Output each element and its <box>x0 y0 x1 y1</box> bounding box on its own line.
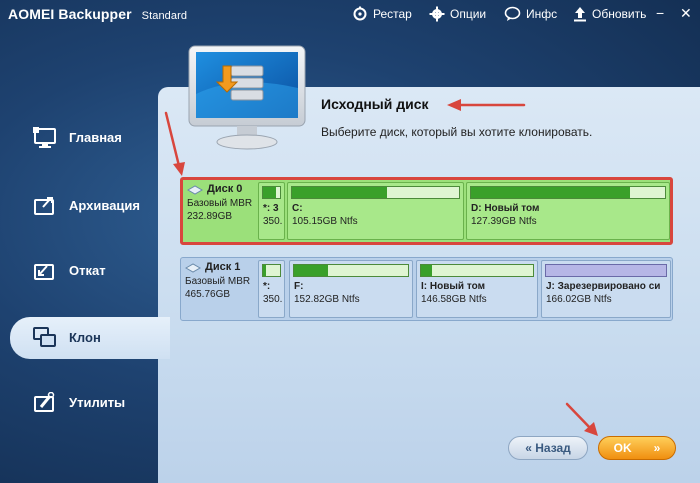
sidebar-item-label: Откат <box>69 263 106 278</box>
sidebar-item-label: Утилиты <box>69 395 126 410</box>
partition-name: I: Новый том <box>421 281 485 292</box>
partition-item[interactable]: I: Новый том 146.58GB Ntfs <box>416 260 538 318</box>
restart-label: Рестар <box>373 7 412 21</box>
partition-usage-bar <box>545 264 667 277</box>
clone-icon <box>33 327 56 347</box>
update-label: Обновить <box>592 7 647 21</box>
app-title: AOMEI Backupper Standard <box>8 6 187 22</box>
partition-usage-bar <box>262 264 281 277</box>
partition-item[interactable]: C: 105.15GB Ntfs <box>287 182 464 240</box>
partition-size: 152.82GB Ntfs <box>294 294 360 305</box>
options-button[interactable]: Опции <box>429 6 486 22</box>
restart-icon <box>353 6 367 21</box>
app-window: AOMEI Backupper Standard Рестар Опции Ин… <box>0 0 700 483</box>
sidebar-item-restore[interactable]: Откат <box>0 250 158 292</box>
usage-fill <box>263 187 276 198</box>
partition-size: 105.15GB Ntfs <box>292 216 358 227</box>
disk-name-label: Диск 1 <box>205 261 241 273</box>
partition-item[interactable]: *: 350. <box>258 260 285 318</box>
usage-fill <box>263 265 267 276</box>
partition-usage-bar <box>470 186 666 199</box>
disk-type: Базовый MBR <box>187 198 253 209</box>
minimize-button[interactable]: − <box>656 5 664 21</box>
disk-type: Базовый MBR <box>185 276 251 287</box>
restart-button[interactable]: Рестар <box>352 6 412 22</box>
partition-name: D: Новый том <box>471 203 540 214</box>
app-edition: Standard <box>141 10 188 22</box>
partition-size: 166.02GB Ntfs <box>546 294 612 305</box>
ok-button[interactable]: OK » <box>598 436 676 460</box>
partition-name: J: Зарезервировано си <box>546 281 661 292</box>
usage-fill <box>471 187 631 198</box>
sidebar-item-label: Клон <box>69 330 101 345</box>
partition-usage-bar <box>262 186 281 199</box>
disk-name: Диск 1 <box>185 261 257 274</box>
disk-size: 465.76GB <box>185 289 231 300</box>
backup-icon <box>34 197 54 215</box>
usage-fill <box>294 265 329 276</box>
partition-item[interactable]: F: 152.82GB Ntfs <box>289 260 413 318</box>
sidebar-item-backup[interactable]: Архивация <box>0 185 158 227</box>
partition-name: *: 3 <box>263 203 279 214</box>
update-icon <box>574 7 586 22</box>
usage-fill <box>292 187 388 198</box>
sidebar-item-tools[interactable]: Утилиты <box>0 382 158 424</box>
app-name: AOMEI Backupper <box>8 6 132 22</box>
disk-name: Диск 0 <box>187 183 259 196</box>
back-button[interactable]: « Назад <box>508 436 588 460</box>
disk-icon <box>185 262 201 273</box>
partition-item[interactable]: J: Зарезервировано си 166.02GB Ntfs <box>541 260 671 318</box>
info-button[interactable]: Инфс <box>504 6 557 22</box>
tools-icon <box>34 392 55 412</box>
info-label: Инфс <box>526 7 558 21</box>
partition-name: C: <box>292 203 303 214</box>
partition-usage-bar <box>420 264 534 277</box>
partition-item[interactable]: D: Новый том 127.39GB Ntfs <box>466 182 670 240</box>
partition-item[interactable]: *: 3 350. <box>258 182 285 240</box>
disk-icon <box>187 184 203 195</box>
title-bar: AOMEI Backupper Standard Рестар Опции Ин… <box>0 0 700 30</box>
partition-name: F: <box>294 281 304 292</box>
computer-monitor-icon <box>188 45 306 150</box>
page-title: Исходный диск <box>321 96 429 112</box>
sidebar-item-home[interactable]: Главная <box>0 117 158 159</box>
disk-size: 232.89GB <box>187 211 233 222</box>
chat-icon <box>504 6 521 21</box>
page-subtitle: Выберите диск, который вы хотите клониро… <box>321 125 593 139</box>
restore-icon <box>34 264 54 280</box>
ok-label: OK <box>613 441 632 455</box>
partition-usage-bar <box>291 186 460 199</box>
partition-size: 127.39GB Ntfs <box>471 216 537 227</box>
disk-row-1[interactable]: Диск 1 Базовый MBR 465.76GB *: 350. F: 1… <box>180 257 673 321</box>
gear-icon <box>429 6 445 22</box>
partition-size: 350. <box>263 294 282 305</box>
double-chevron-right-icon: » <box>653 441 661 455</box>
update-button[interactable]: Обновить <box>573 6 646 22</box>
partition-usage-bar <box>293 264 409 277</box>
sidebar-item-label: Архивация <box>69 198 140 213</box>
sidebar-item-clone[interactable]: Клон <box>10 317 170 359</box>
partition-name: *: <box>263 281 271 292</box>
sidebar-item-label: Главная <box>69 130 122 145</box>
usage-fill <box>421 265 433 276</box>
disk-name-label: Диск 0 <box>207 183 243 195</box>
options-label: Опции <box>450 7 487 21</box>
close-button[interactable]: ✕ <box>680 5 692 22</box>
partition-size: 146.58GB Ntfs <box>421 294 487 305</box>
partition-size: 350. <box>263 216 282 227</box>
home-monitor-icon <box>33 127 56 148</box>
disk-row-0[interactable]: Диск 0 Базовый MBR 232.89GB *: 3 350. C:… <box>180 177 673 245</box>
disk-info: Диск 0 Базовый MBR 232.89GB <box>187 183 259 223</box>
disk-info: Диск 1 Базовый MBR 465.76GB <box>185 261 257 301</box>
